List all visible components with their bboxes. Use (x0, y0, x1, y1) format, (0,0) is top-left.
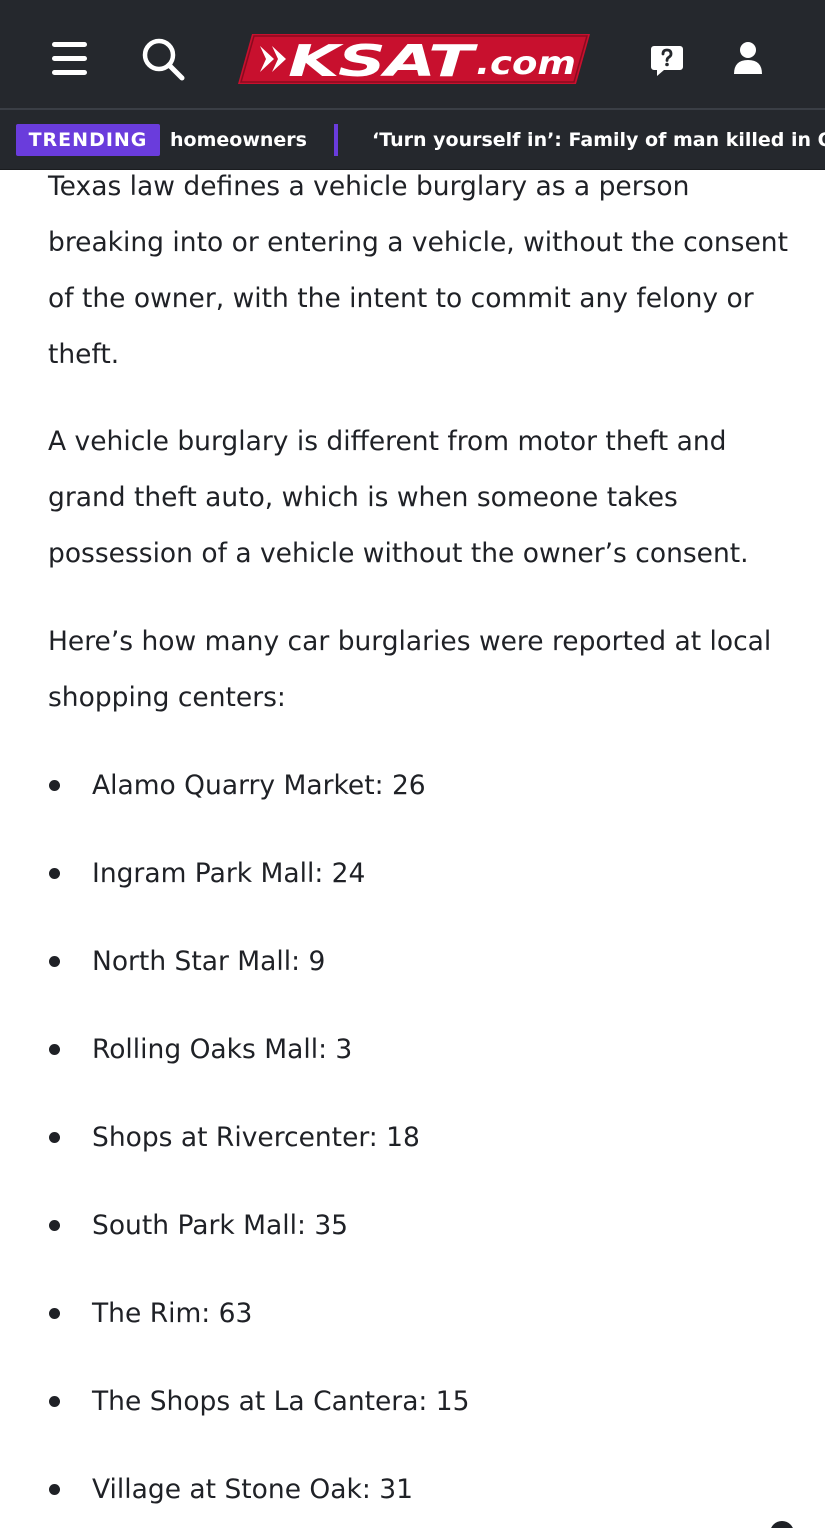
list-item-text: Rolling Oaks Mall: 3 (92, 1034, 353, 1065)
list-item: North Star Mall: 9 (48, 934, 788, 1022)
paragraph-definition: Texas law defines a vehicle burglary as … (48, 171, 788, 370)
trending-link-turn-yourself-in[interactable]: ‘Turn yourself in’: Family of man killed… (372, 127, 825, 153)
logo-suffix: .com (476, 44, 576, 82)
page: KSAT .com TRENDING homeowners ‘Turn your… (0, 0, 825, 1528)
site-header: KSAT .com (0, 0, 825, 108)
logo-wordmark: KSAT (288, 36, 478, 86)
list-item: Village at Stone Oak: 31 (48, 1462, 788, 1528)
help-icon[interactable] (650, 43, 684, 77)
list-item-text: South Park Mall: 35 (92, 1210, 349, 1241)
list-item: South Park Mall: 35 (48, 1198, 788, 1286)
list-item-text: North Star Mall: 9 (92, 946, 326, 977)
list-item: Shops at Rivercenter: 18 (48, 1110, 788, 1198)
bullet-icon (49, 1132, 60, 1143)
list-item: The Shops at La Cantera: 15 (48, 1374, 788, 1462)
user-icon[interactable] (732, 41, 764, 75)
trending-divider (334, 124, 338, 156)
paragraph-intro-list: Here’s how many car burglaries were repo… (48, 626, 772, 713)
bullet-icon (49, 956, 60, 967)
list-item-text: Alamo Quarry Market: 26 (92, 770, 426, 801)
trending-badge: TRENDING (16, 124, 160, 156)
burglary-count-list: Alamo Quarry Market: 26 Ingram Park Mall… (48, 758, 788, 1528)
bullet-icon (49, 1220, 60, 1231)
bullet-icon (49, 780, 60, 791)
list-item: Rolling Oaks Mall: 3 (48, 1022, 788, 1110)
menu-icon[interactable] (52, 42, 88, 76)
ksat-logo[interactable]: KSAT .com (238, 32, 590, 86)
list-item-text: Ingram Park Mall: 24 (92, 858, 366, 889)
list-item: Ingram Park Mall: 24 (48, 846, 788, 934)
list-item-text: The Shops at La Cantera: 15 (92, 1386, 470, 1417)
search-icon[interactable] (140, 36, 186, 82)
bullet-icon (49, 1044, 60, 1055)
bullet-icon (49, 1308, 60, 1319)
paragraph-difference: A vehicle burglary is different from mot… (48, 426, 749, 569)
list-item: Alamo Quarry Market: 26 (48, 758, 788, 846)
list-item-text: The Rim: 63 (92, 1298, 253, 1329)
bullet-icon (49, 868, 60, 879)
list-item-text: Shops at Rivercenter: 18 (92, 1122, 420, 1153)
list-item-text: Village at Stone Oak: 31 (92, 1474, 413, 1505)
trending-link-homeowners[interactable]: homeowners (170, 127, 307, 153)
bullet-icon (49, 1484, 60, 1495)
list-item: The Rim: 63 (48, 1286, 788, 1374)
bullet-icon (49, 1396, 60, 1407)
